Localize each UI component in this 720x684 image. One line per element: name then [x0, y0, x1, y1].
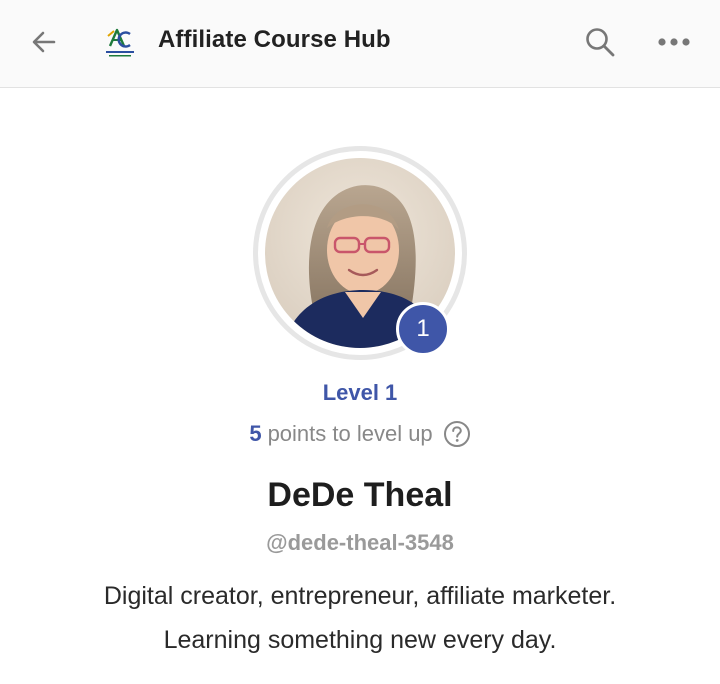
- bio-line: Digital creator, entrepreneur, affiliate…: [103, 582, 617, 610]
- level-label: Level 1: [322, 380, 398, 405]
- app-title: Affiliate Course Hub: [158, 26, 391, 53]
- app-logo: [100, 24, 140, 60]
- points-help-button[interactable]: [443, 420, 471, 448]
- more-options-button[interactable]: [652, 22, 696, 62]
- user-bio: Digital creator, entrepreneur, affiliate…: [30, 574, 690, 662]
- back-button[interactable]: [22, 22, 66, 62]
- user-name: DeDe Theal: [267, 476, 453, 514]
- question-circle-icon: [443, 421, 470, 447]
- search-icon: [586, 28, 615, 57]
- more-horizontal-icon: [658, 38, 690, 46]
- arrow-left-icon: [32, 31, 56, 53]
- points-count: 5: [249, 421, 262, 446]
- bio-line: Learning something new every day.: [163, 626, 557, 654]
- level-badge: 1: [396, 302, 450, 356]
- search-button[interactable]: [578, 22, 622, 62]
- points-to-level-up: 5 points to level up: [0, 420, 720, 448]
- user-handle: @dede-theal-3548: [266, 530, 454, 555]
- points-text: points to level up: [267, 421, 433, 446]
- top-app-bar: Affiliate Course Hub: [0, 0, 720, 88]
